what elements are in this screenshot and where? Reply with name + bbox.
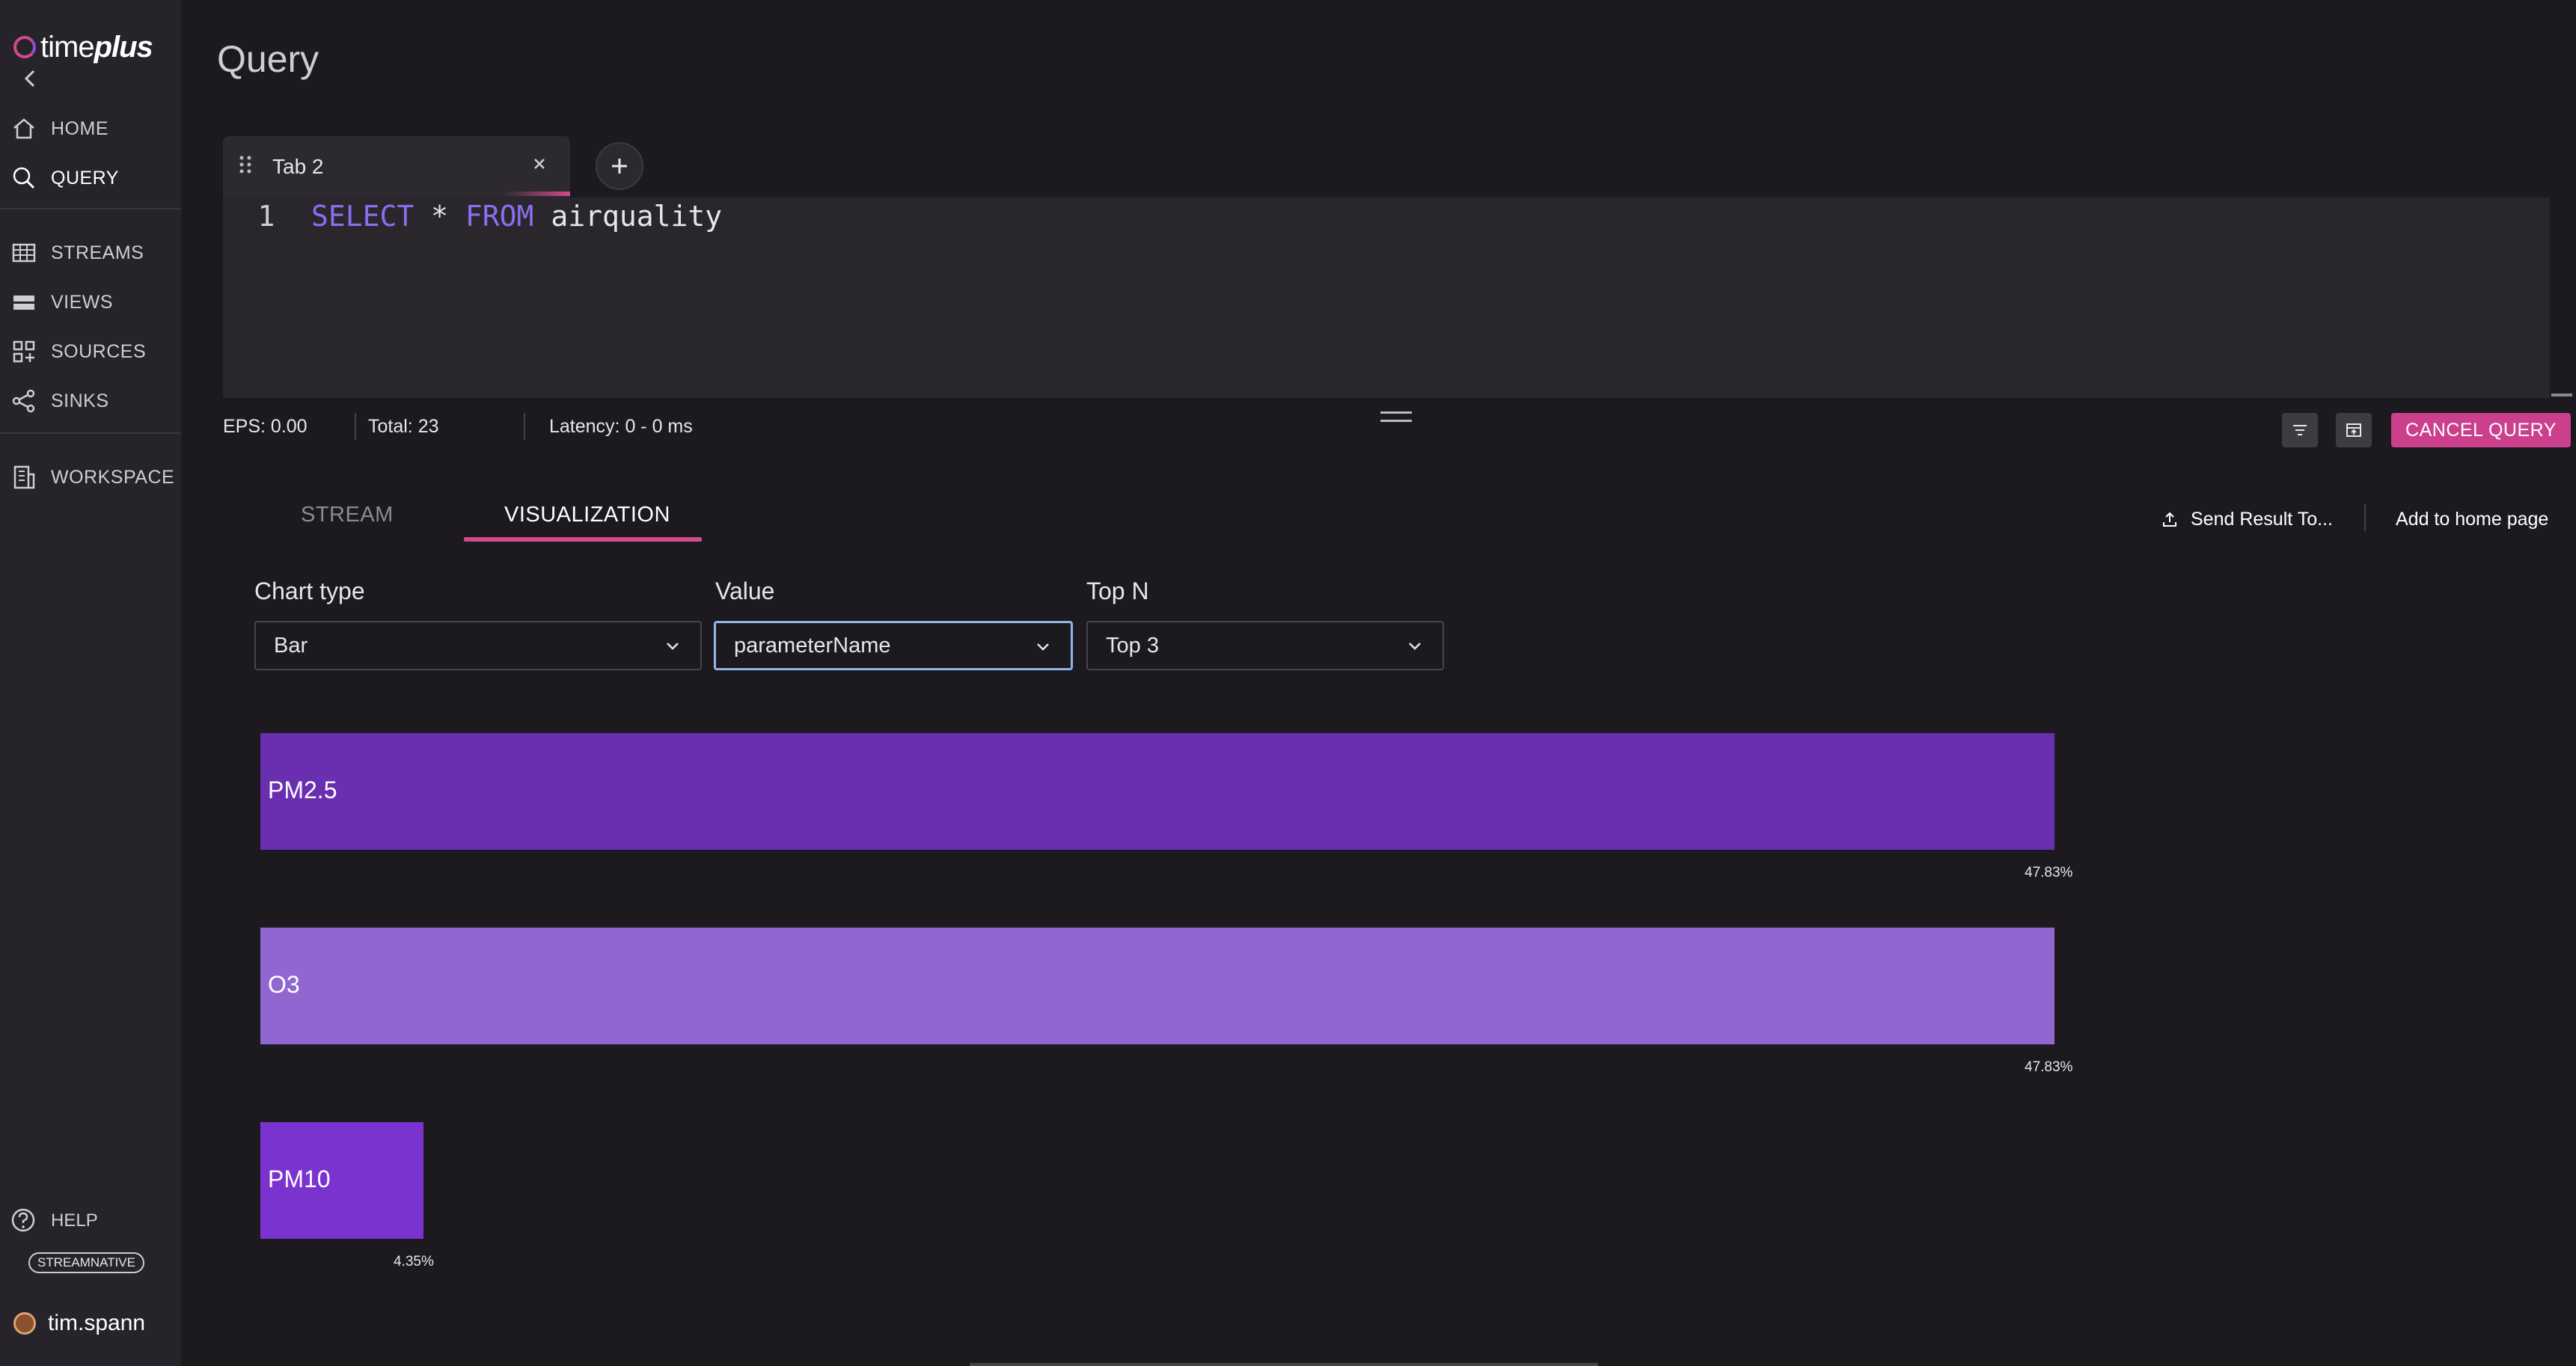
help-link[interactable]: HELP	[10, 1207, 98, 1234]
views-icon	[10, 289, 37, 316]
home-icon	[10, 115, 37, 142]
eps-stat: EPS: 0.00	[223, 416, 308, 437]
page-title: Query	[217, 38, 319, 80]
top-n-value: Top 3	[1106, 633, 1159, 658]
sidebar-item-workspace[interactable]: WORKSPACE	[0, 456, 181, 498]
sql-keyword-from: FROM	[465, 200, 534, 233]
filter-icon	[2293, 425, 2307, 435]
chart-bar[interactable]	[260, 733, 2055, 850]
stat-divider	[355, 413, 356, 440]
bar-chart: PM2.5 47.83% O3 47.83% PM10 4.35%	[260, 733, 2101, 1272]
tab-label: Tab 2	[272, 155, 324, 178]
latency-stat: Latency: 0 - 0 ms	[549, 416, 693, 437]
chart-type-select[interactable]: Bar	[254, 621, 702, 670]
sources-icon	[10, 338, 37, 365]
chart-type-value: Bar	[274, 633, 308, 658]
stat-divider	[524, 413, 525, 440]
sidebar-item-label: WORKSPACE	[51, 466, 175, 488]
sql-star: *	[414, 200, 465, 233]
search-icon	[10, 165, 37, 192]
horizontal-scrollbar[interactable]	[970, 1363, 1598, 1366]
table-icon	[10, 239, 37, 266]
chart-bar-label: PM10	[268, 1166, 331, 1192]
username: tim.spann	[48, 1311, 146, 1335]
timeplus-logo[interactable]: timeplus	[13, 28, 153, 66]
close-icon[interactable]	[531, 153, 548, 178]
collapse-sidebar-icon[interactable]	[19, 67, 42, 90]
panel-icon	[2346, 423, 2361, 437]
help-icon	[10, 1207, 37, 1234]
sidebar-item-label: SOURCES	[51, 340, 147, 362]
sql-code-line[interactable]: SELECT * FROM airquality	[311, 197, 722, 235]
sidebar-item-label: HOME	[51, 117, 108, 139]
help-label: HELP	[51, 1210, 98, 1231]
active-tab-indicator	[464, 537, 702, 542]
org-badge[interactable]: STREAMNATIVE	[28, 1252, 144, 1273]
total-stat: Total: 23	[368, 416, 439, 437]
user-menu[interactable]: tim.spann	[13, 1311, 145, 1336]
share-icon	[10, 388, 37, 414]
chart-percent-label: 47.83%	[2025, 865, 2073, 880]
chevron-down-icon	[1409, 643, 1421, 650]
value-select[interactable]: parameterName	[714, 621, 1073, 670]
cancel-query-button[interactable]: CANCEL QUERY	[2391, 413, 2571, 447]
filter-columns-button[interactable]	[2282, 413, 2318, 447]
upload-icon	[2163, 512, 2176, 527]
tab-query-2[interactable]: Tab 2	[223, 136, 570, 197]
workspace-icon	[10, 464, 37, 491]
chart-type-label: Chart type	[254, 578, 365, 604]
value-label: Value	[715, 578, 775, 604]
action-divider	[2364, 504, 2366, 531]
chevron-down-icon	[1037, 643, 1049, 651]
sidebar-item-label: VIEWS	[51, 291, 114, 313]
chevron-down-icon	[667, 643, 679, 650]
sidebar-item-label: STREAMS	[51, 242, 144, 263]
top-n-select[interactable]: Top 3	[1086, 621, 1444, 670]
tab-visualization[interactable]: VISUALIZATION	[504, 503, 670, 527]
line-number: 1	[257, 200, 275, 233]
tab-progress-accent	[503, 192, 570, 196]
add-to-home-button[interactable]: Add to home page	[2396, 509, 2548, 530]
send-result-button[interactable]: Send Result To...	[2161, 509, 2333, 530]
sql-table-name: airquality	[533, 200, 723, 233]
sidebar-divider	[0, 208, 181, 209]
send-result-label: Send Result To...	[2191, 509, 2333, 530]
sql-keyword-select: SELECT	[311, 200, 414, 233]
sidebar-item-label: SINKS	[51, 390, 109, 411]
logo-ring-icon	[13, 36, 36, 58]
sidebar-item-query[interactable]: QUERY	[0, 157, 181, 199]
sidebar-item-label: QUERY	[51, 167, 119, 189]
drag-handle-icon[interactable]	[238, 153, 256, 181]
chart-bar[interactable]	[260, 928, 2055, 1044]
chart-bar-label: O3	[268, 971, 300, 998]
avatar	[13, 1312, 36, 1335]
editor-scrollbar[interactable]	[2551, 393, 2572, 396]
top-n-label: Top N	[1086, 578, 1149, 604]
tab-stream[interactable]: STREAM	[301, 503, 394, 527]
sidebar-item-home[interactable]: HOME	[0, 108, 181, 150]
chart-percent-label: 47.83%	[2025, 1059, 2073, 1075]
sidebar-item-views[interactable]: VIEWS	[0, 281, 181, 323]
chart-percent-label: 4.35%	[394, 1254, 434, 1269]
expand-panel-button[interactable]	[2336, 413, 2372, 447]
sidebar-divider	[0, 432, 181, 434]
value-select-value: parameterName	[734, 633, 891, 658]
logo-text: timeplus	[40, 30, 153, 64]
sidebar-item-sources[interactable]: SOURCES	[0, 331, 181, 373]
chart-bar-label: PM2.5	[268, 777, 337, 803]
add-tab-button[interactable]	[596, 142, 643, 190]
sidebar-item-streams[interactable]: STREAMS	[0, 232, 181, 274]
resize-handle[interactable]	[1380, 411, 1412, 422]
sidebar-item-sinks[interactable]: SINKS	[0, 380, 181, 422]
sql-editor[interactable]: 1 SELECT * FROM airquality	[223, 197, 2572, 398]
sidebar: timeplus HOME QUERY STREAMS VIEWS SOURCE…	[0, 0, 181, 1366]
